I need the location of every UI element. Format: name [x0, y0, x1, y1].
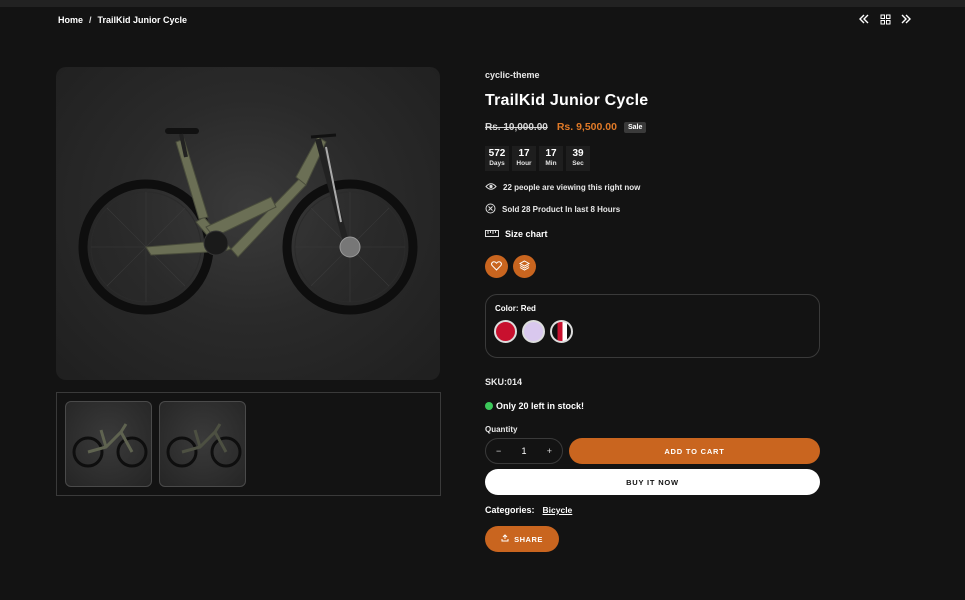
compare-button[interactable]	[513, 255, 536, 278]
product-vendor: cyclic-theme	[485, 70, 540, 80]
quantity-decrease-button[interactable]: −	[496, 446, 501, 456]
size-chart-link[interactable]: Size chart	[485, 229, 548, 239]
categories: Categories: Bicycle	[485, 505, 572, 515]
product-main-image[interactable]	[56, 67, 440, 380]
color-selector: Color: Red	[485, 294, 820, 358]
swatch-lavender[interactable]	[522, 320, 545, 343]
quantity-label: Quantity	[485, 425, 518, 434]
countdown-timer: 572 Days 17 Hour 17 Min 39 Sec	[485, 146, 590, 171]
swatch-red-white[interactable]	[550, 320, 573, 343]
quantity-value[interactable]: 1	[521, 446, 526, 456]
buy-now-button[interactable]: BUY IT NOW	[485, 469, 820, 495]
wishlist-button[interactable]	[485, 255, 508, 278]
grid-icon[interactable]	[879, 13, 891, 25]
stock-text: Only 20 left in stock!	[496, 401, 585, 411]
sold-text: Sold 28 Product In last 8 Hours	[502, 205, 621, 214]
double-chevron-right-icon[interactable]	[900, 13, 912, 25]
share-label: SHARE	[514, 534, 543, 544]
breadcrumb-home[interactable]: Home	[58, 15, 83, 25]
bicycle-image	[78, 128, 418, 315]
layers-icon	[518, 258, 531, 276]
share-button[interactable]: SHARE	[485, 526, 559, 552]
breadcrumb-separator: /	[89, 15, 92, 25]
quantity-stepper: − 1 +	[485, 438, 563, 464]
sale-price: Rs. 9,500.00	[556, 121, 617, 133]
product-nav	[858, 13, 912, 25]
share-icon	[501, 534, 509, 544]
eye-icon	[485, 182, 497, 193]
sku: SKU:014	[485, 377, 523, 387]
size-chart-label: Size chart	[505, 229, 548, 239]
thumbnail-1[interactable]	[65, 401, 152, 487]
thumbnail-2[interactable]	[159, 401, 246, 487]
countdown-hours: 17 Hour	[512, 146, 536, 171]
countdown-minutes: 17 Min	[539, 146, 563, 171]
viewing-text: 22 people are viewing this right now	[503, 183, 641, 192]
swatch-red[interactable]	[494, 320, 517, 343]
stock-status: Only 20 left in stock!	[485, 401, 584, 411]
category-link[interactable]: Bicycle	[543, 505, 573, 515]
compare-price: Rs. 10,000.00	[485, 121, 548, 133]
clock-x-icon	[485, 203, 496, 216]
countdown-days: 572 Days	[485, 146, 509, 171]
color-label: Color: Red	[495, 304, 536, 313]
top-bar	[0, 0, 965, 7]
breadcrumb: Home / TrailKid Junior Cycle	[58, 15, 187, 25]
ruler-icon	[485, 229, 499, 239]
double-chevron-left-icon[interactable]	[858, 13, 870, 25]
stock-dot-icon	[485, 402, 493, 410]
selected-color: Red	[520, 304, 536, 313]
product-title: TrailKid Junior Cycle	[485, 92, 649, 109]
add-to-cart-button[interactable]: ADD TO CART	[569, 438, 820, 464]
heart-icon	[491, 258, 502, 276]
sale-badge: Sale	[623, 121, 647, 133]
sold-count: Sold 28 Product In last 8 Hours	[485, 203, 620, 216]
quantity-increase-button[interactable]: +	[547, 446, 552, 456]
thumbnail-gallery	[56, 392, 441, 496]
categories-label: Categories:	[485, 505, 535, 515]
viewing-count: 22 people are viewing this right now	[485, 182, 640, 193]
countdown-seconds: 39 Sec	[566, 146, 590, 171]
price-row: Rs. 10,000.00 Rs. 9,500.00 Sale	[485, 121, 647, 133]
breadcrumb-current: TrailKid Junior Cycle	[97, 15, 188, 25]
